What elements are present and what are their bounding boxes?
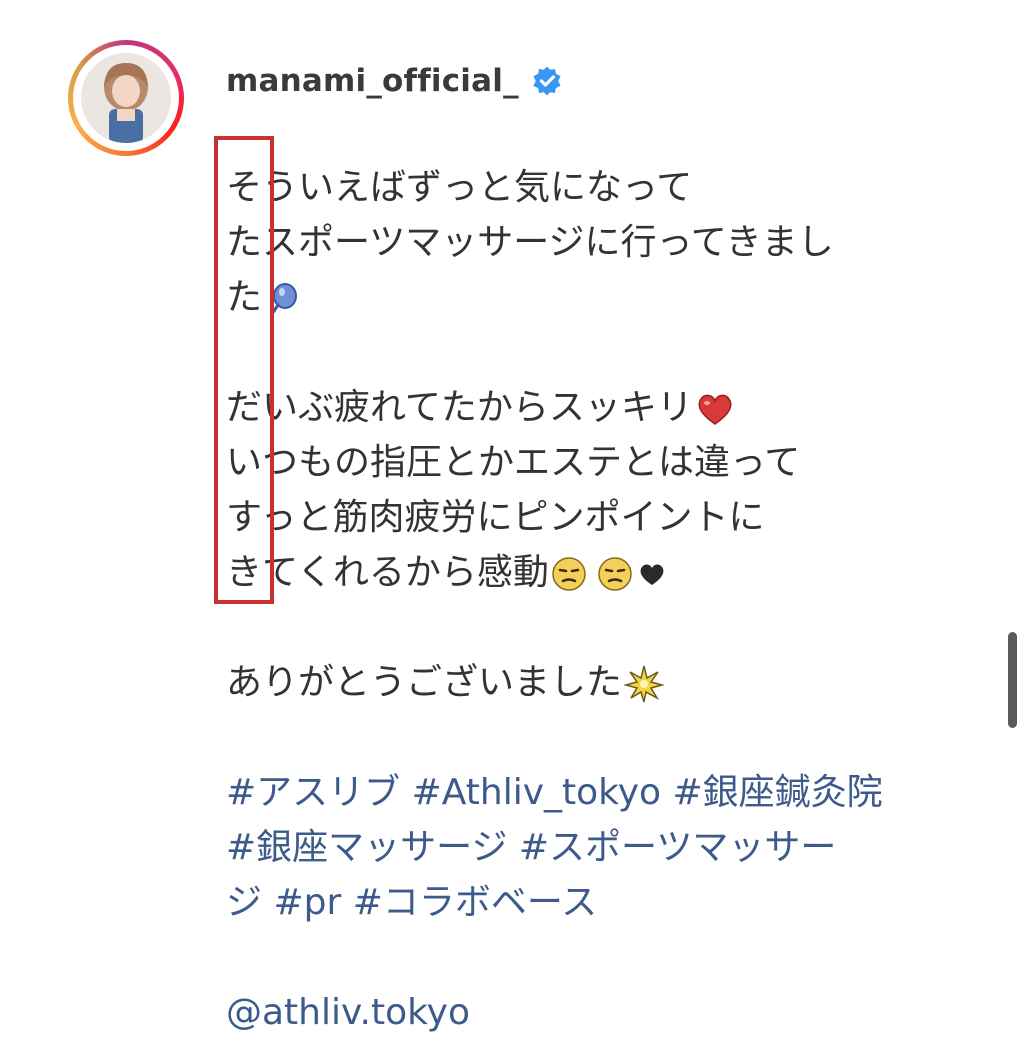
caption-blank-1 — [226, 325, 926, 380]
verified-badge-icon — [533, 66, 561, 96]
hashtag-line-1[interactable]: #アスリブ #Athliv_tokyo #銀座鍼灸院 — [226, 765, 926, 820]
sparkle-star-icon — [624, 665, 665, 703]
username-link[interactable]: manami_official_ — [226, 63, 519, 99]
avatar-ring[interactable] — [68, 40, 184, 156]
caption-line-7: すっと筋肉疲労にピンポイントに — [226, 497, 765, 538]
caption-line-10: ありがとうございました — [226, 655, 926, 710]
caption-blank-3 — [226, 710, 926, 765]
relieved-face-icon — [598, 557, 632, 591]
caption-line-1: そういえばずっと気になって — [226, 167, 693, 208]
caption-line-5: だいぶ疲れてたからスッキリ — [226, 380, 926, 435]
relieved-face-icon — [552, 557, 586, 591]
hashtag-line-3[interactable]: ジ #pr #コラボベース — [226, 875, 926, 930]
caption-line-2: たスポーツマッサージに行ってきまし — [226, 222, 834, 263]
highlight-annotation-box — [214, 136, 274, 604]
caption-blank-4 — [226, 930, 926, 985]
caption-blank-2 — [226, 600, 926, 655]
avatar-photo — [81, 53, 171, 143]
red-heart-icon — [698, 394, 732, 425]
avatar-inner — [73, 45, 179, 151]
caption-line-8: きてくれるから感動 — [226, 545, 926, 600]
mention-link[interactable]: @athliv.tokyo — [226, 985, 926, 1040]
avatar[interactable] — [81, 53, 171, 143]
caption-line-3: た — [226, 270, 926, 325]
username-row: manami_official_ — [226, 56, 563, 106]
hashtag-line-2[interactable]: #銀座マッサージ #スポーツマッサー — [226, 820, 926, 875]
scrollbar-thumb[interactable] — [1008, 632, 1017, 728]
caption-line-6: いつもの指圧とかエステとは違って — [226, 442, 801, 483]
post-caption: そういえばずっと気になって たスポーツマッサージに行ってきまし た だいぶ疲れて… — [226, 160, 926, 1040]
black-heart-icon — [640, 564, 664, 585]
